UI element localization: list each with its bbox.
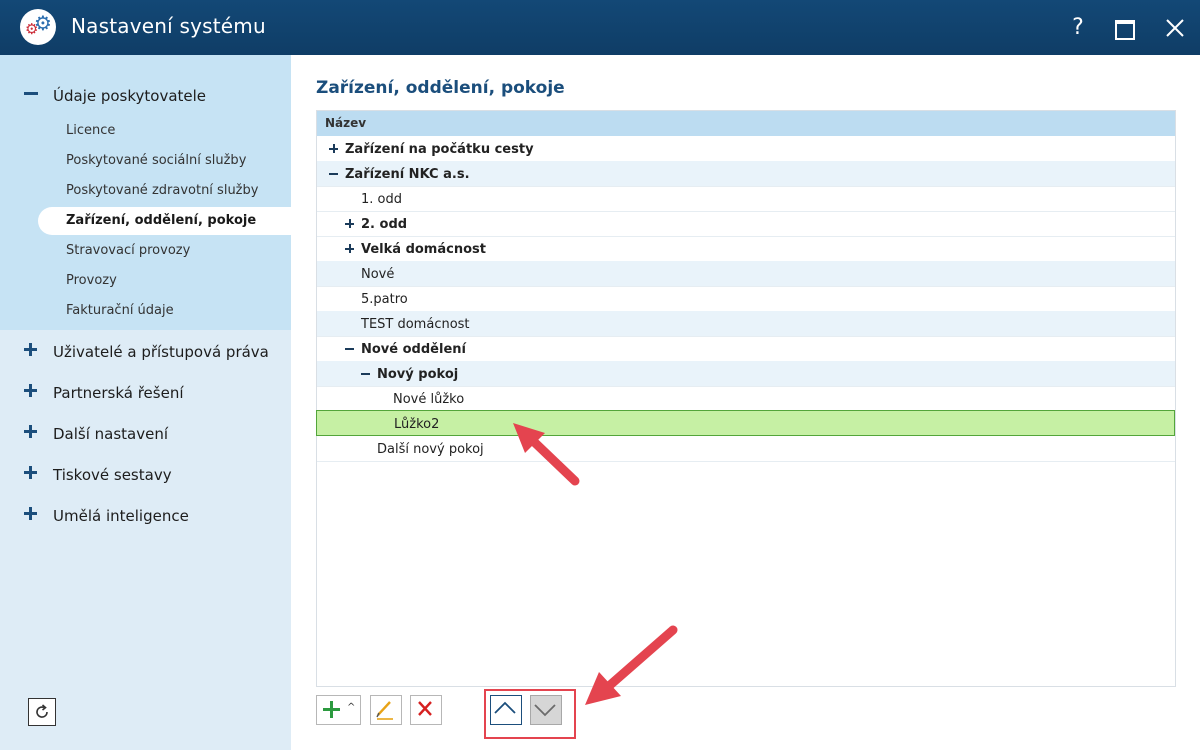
tree-row[interactable]: Zařízení NKC a.s. [317, 161, 1175, 187]
sidebar-group-label: Partnerská řešení [53, 384, 184, 402]
page-title: Zařízení, oddělení, pokoje [316, 78, 565, 98]
sidebar-item-label: Stravovací provozy [66, 243, 191, 258]
sidebar-group-label: Umělá inteligence [53, 507, 189, 525]
sidebar-group-udaje-poskytovatele[interactable]: Údaje poskytovatele [0, 76, 291, 116]
sidebar-item-zarizeni[interactable]: Zařízení, oddělení, pokoje [38, 207, 291, 235]
tree-row[interactable]: TEST domácnost [317, 311, 1175, 337]
sidebar-item-label: Fakturační údaje [66, 303, 174, 318]
chevron-up-small-icon: ^ [347, 702, 356, 713]
annotation-highlight-box [484, 689, 576, 739]
sidebar-item-stravovaci-provozy[interactable]: Stravovací provozy [38, 237, 291, 265]
expand-icon [24, 342, 38, 356]
sidebar-group-expanded: Údaje poskytovatele Licence Poskytované … [0, 55, 291, 330]
delete-icon [418, 701, 432, 716]
expand-icon[interactable] [345, 219, 354, 228]
tree-row[interactable]: Nové lůžko [317, 386, 1175, 412]
expand-icon [24, 424, 38, 438]
tree-row-label: TEST domácnost [361, 317, 470, 332]
expand-icon [24, 506, 38, 520]
sidebar-group-dalsi-nastaveni[interactable]: Další nastavení [0, 414, 291, 454]
help-button[interactable]: ? [1063, 14, 1093, 42]
sidebar-item-fakturacni-udaje[interactable]: Fakturační údaje [38, 297, 291, 325]
sidebar-item-zdravotni-sluzby[interactable]: Poskytované zdravotní služby [38, 177, 291, 205]
sidebar-item-label: Zařízení, oddělení, pokoje [66, 213, 257, 228]
tree-row[interactable]: 2. odd [317, 211, 1175, 237]
close-icon [1166, 19, 1184, 37]
sidebar-group-label: Další nastavení [53, 425, 169, 443]
collapse-icon[interactable] [329, 169, 338, 178]
close-button[interactable] [1160, 14, 1190, 42]
sidebar-group-uzivatele[interactable]: Uživatelé a přístupová práva [0, 332, 291, 372]
sidebar-item-label: Poskytované zdravotní služby [66, 183, 259, 198]
tree-row[interactable]: Velká domácnost [317, 236, 1175, 262]
collapse-icon[interactable] [345, 344, 354, 353]
refresh-icon [36, 704, 48, 718]
sidebar-group-tiskove-sestavy[interactable]: Tiskové sestavy [0, 455, 291, 495]
add-button[interactable]: ^ [316, 695, 361, 725]
sidebar-group-label: Tiskové sestavy [53, 466, 172, 484]
tree-row-label: Zařízení NKC a.s. [345, 167, 470, 182]
expand-icon[interactable] [345, 244, 354, 253]
tree-row[interactable]: 5.patro [317, 286, 1175, 312]
tree-row[interactable]: Nový pokoj [317, 361, 1175, 387]
sidebar-item-provozy[interactable]: Provozy [38, 267, 291, 295]
tree-row-label: 1. odd [361, 192, 402, 207]
tree-row-label: 5.patro [361, 292, 408, 307]
tree-row-label: Zařízení na počátku cesty [345, 142, 534, 157]
gears-app-icon: ⚙ ⚙ [20, 9, 56, 45]
tree-column-header[interactable]: Název [317, 111, 1175, 136]
tree-row-label: Nové lůžko [393, 392, 465, 407]
tree-row[interactable]: Nové oddělení [317, 336, 1175, 362]
maximize-icon [1115, 20, 1135, 40]
tree-row[interactable]: 1. odd [317, 186, 1175, 212]
pencil-icon [376, 701, 393, 720]
tree-row-label: Nové [361, 267, 395, 282]
column-header-label: Název [325, 116, 367, 130]
facility-tree: Název Zařízení na počátku cesty Zařízení… [316, 110, 1176, 687]
tree-row-label: Nový pokoj [377, 367, 459, 382]
expand-icon [24, 465, 38, 479]
sidebar-item-label: Licence [66, 123, 116, 138]
tree-row-label: Velká domácnost [361, 242, 486, 257]
window-title: Nastavení systému [71, 14, 266, 38]
sidebar-group-label: Údaje poskytovatele [53, 87, 207, 105]
sidebar-item-label: Poskytované sociální služby [66, 153, 247, 168]
tree-row-selected[interactable]: Lůžko2 [316, 410, 1175, 436]
tree-row[interactable]: Další nový pokoj [317, 436, 1175, 462]
tree-row-label: Nové oddělení [361, 342, 466, 357]
title-bar: ⚙ ⚙ Nastavení systému ? [0, 0, 1200, 55]
edit-button[interactable] [370, 695, 402, 725]
collapse-icon[interactable] [361, 369, 370, 378]
tree-row-label: Lůžko2 [394, 417, 440, 432]
maximize-button[interactable] [1110, 14, 1140, 42]
tree-row[interactable]: Nové [317, 261, 1175, 287]
sidebar-group-partnerska-reseni[interactable]: Partnerská řešení [0, 373, 291, 413]
expand-icon [24, 383, 38, 397]
tree-row[interactable]: Zařízení na počátku cesty [317, 136, 1175, 162]
add-icon [323, 701, 340, 718]
tree-row-label: Další nový pokoj [377, 442, 484, 457]
sidebar: Údaje poskytovatele Licence Poskytované … [0, 55, 291, 750]
sidebar-item-socialni-sluzby[interactable]: Poskytované sociální služby [38, 147, 291, 175]
sidebar-group-umela-inteligence[interactable]: Umělá inteligence [0, 496, 291, 536]
settings-window: ⚙ ⚙ Nastavení systému ? Údaje poskytovate… [0, 0, 1200, 750]
expand-icon[interactable] [329, 144, 338, 153]
sidebar-group-label: Uživatelé a přístupová práva [53, 343, 269, 361]
refresh-button[interactable] [28, 698, 56, 726]
delete-button[interactable] [410, 695, 442, 725]
sidebar-item-licence[interactable]: Licence [38, 117, 291, 145]
sidebar-item-label: Provozy [66, 273, 117, 288]
collapse-icon [24, 86, 38, 100]
tree-row-label: 2. odd [361, 217, 408, 232]
